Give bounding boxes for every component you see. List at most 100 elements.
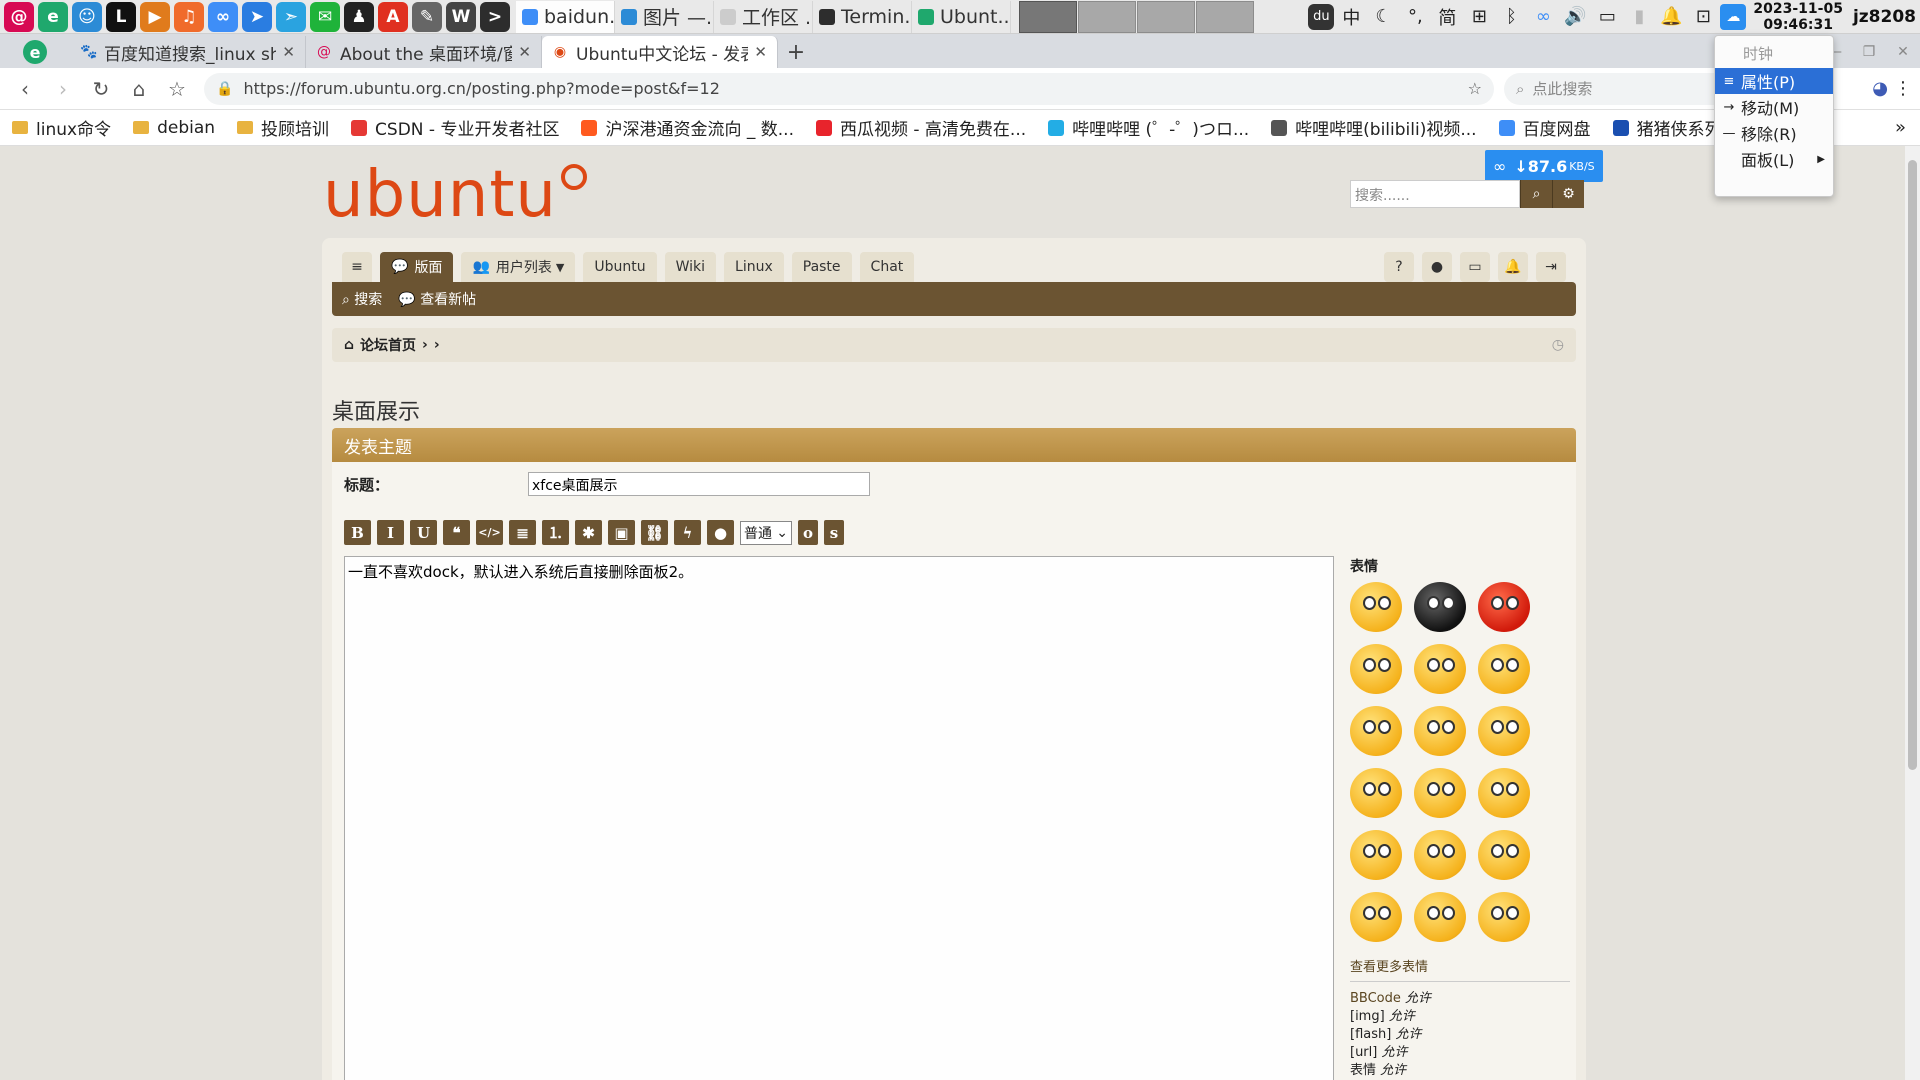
editor-icon[interactable]: L <box>106 1 136 32</box>
bookmark-item[interactable]: debian <box>133 118 215 138</box>
smiley-icon[interactable] <box>1414 706 1466 756</box>
smiley-icon[interactable] <box>1478 830 1530 880</box>
subject-input[interactable]: xfce桌面展示 <box>528 472 870 496</box>
smiley-icon[interactable] <box>1350 892 1402 942</box>
qq-icon[interactable]: ♟ <box>344 1 374 32</box>
bookmark-item[interactable]: 投顾培训 <box>237 115 329 140</box>
bookmark-star-button[interactable]: ☆ <box>158 77 196 101</box>
italic-button[interactable]: I <box>377 520 404 545</box>
scrollbar-thumb[interactable] <box>1908 160 1917 770</box>
browser-tab[interactable]: ◉ Ubuntu中文论坛 - 发表 ✕ <box>542 36 778 68</box>
restore-button[interactable]: ❐ <box>1852 44 1886 60</box>
menu-item[interactable]: → 移动(M) <box>1715 94 1833 120</box>
bookmark-item[interactable]: linux命令 <box>12 115 111 140</box>
page-scrollbar[interactable] <box>1905 146 1920 1080</box>
task-button[interactable]: Ubunt... <box>912 0 1011 33</box>
bookmark-item[interactable]: 沪深港通资金流向 _ 数... <box>581 115 794 140</box>
task-button[interactable]: Termin... <box>813 0 912 33</box>
smiley-icon[interactable] <box>1350 706 1402 756</box>
workspace-3[interactable] <box>1137 0 1195 33</box>
workspace-2[interactable] <box>1078 0 1136 33</box>
ordered-list-button[interactable]: ⒈ <box>542 520 569 545</box>
music-icon[interactable]: ♫ <box>174 1 204 32</box>
volume-icon[interactable]: 🔊 <box>1560 2 1590 32</box>
telegram-icon[interactable]: ➣ <box>276 1 306 32</box>
inbox-icon[interactable]: ▭ <box>1460 252 1490 282</box>
wordpress-icon[interactable]: W <box>446 1 476 32</box>
tab-close-icon[interactable]: ✕ <box>518 43 531 61</box>
extra-bbcode-button[interactable]: o <box>798 520 818 545</box>
list-item-button[interactable]: ✱ <box>575 520 602 545</box>
browser-tab[interactable]: @ About the 桌面环境/窗口 ✕ <box>306 36 542 68</box>
smiley-icon[interactable] <box>1350 830 1402 880</box>
smiley-icon[interactable] <box>1414 582 1466 632</box>
color-button[interactable]: ● <box>707 520 734 545</box>
workspace-4[interactable] <box>1196 0 1254 33</box>
smiley-icon[interactable] <box>1414 768 1466 818</box>
task-button[interactable]: 图片 —... <box>615 0 714 33</box>
username[interactable]: jz8208 <box>1853 7 1916 27</box>
smiley-icon[interactable] <box>1350 582 1402 632</box>
close-window-button[interactable]: ✕ <box>1886 44 1920 60</box>
workspace-1[interactable] <box>1019 0 1077 33</box>
profile-avatar-icon[interactable]: ◕ <box>1872 78 1888 99</box>
url-bar[interactable]: 🔒 https://forum.ubuntu.org.cn/posting.ph… <box>204 72 1494 105</box>
simplified-chinese-icon[interactable]: 简 <box>1432 2 1462 32</box>
message-textarea[interactable]: 一直不喜欢dock，默认进入系统后直接删除面板2。 <box>344 556 1334 1080</box>
forum-title[interactable]: 桌面展示 <box>332 394 420 426</box>
cloud-drive-icon[interactable]: ∞ <box>208 1 238 32</box>
image-button[interactable]: ▣ <box>608 520 635 545</box>
logout-icon[interactable]: ⇥ <box>1536 252 1566 282</box>
debian-menu-icon[interactable]: @ <box>4 1 34 32</box>
new-tab-button[interactable]: + <box>778 36 814 68</box>
underline-button[interactable]: U <box>410 520 437 545</box>
tab-forums[interactable]: 💬 版面 <box>380 252 454 282</box>
reload-button[interactable]: ↻ <box>82 77 120 101</box>
smiley-icon[interactable] <box>1478 892 1530 942</box>
moon-icon[interactable]: ☾ <box>1368 2 1398 32</box>
tab-linux[interactable]: Linux <box>724 252 784 282</box>
menu-kebab-icon[interactable]: ⋮ <box>1894 78 1912 99</box>
flash-button[interactable]: ϟ <box>674 520 701 545</box>
bookmarks-overflow-icon[interactable]: » <box>1895 117 1906 138</box>
quote-button[interactable]: ❝ <box>443 520 470 545</box>
baidu-cloud-icon[interactable]: ∞ <box>1528 2 1558 32</box>
help-icon[interactable]: ? <box>1384 252 1414 282</box>
smiley-icon[interactable] <box>1478 768 1530 818</box>
clipboard-icon[interactable]: ▮ <box>1624 2 1654 32</box>
more-smilies-link[interactable]: 查看更多表情 <box>1350 956 1570 982</box>
favorite-icon[interactable]: ☆ <box>1468 79 1482 98</box>
breadcrumb-home-link[interactable]: 论坛首页 <box>360 335 416 355</box>
menu-item[interactable]: — 移除(R) <box>1715 120 1833 146</box>
menu-item[interactable]: ≡ 属性(P) <box>1715 68 1833 94</box>
link-button[interactable]: ⛓ <box>641 520 668 545</box>
bookmark-item[interactable]: 百度网盘 <box>1498 115 1591 140</box>
new-posts-link[interactable]: 💬 查看新帖 <box>398 289 476 309</box>
smiley-icon[interactable] <box>1414 892 1466 942</box>
home-button[interactable]: ⌂ <box>120 77 158 101</box>
search-link[interactable]: ⌕ 搜索 <box>342 289 382 309</box>
smiley-icon[interactable] <box>1350 644 1402 694</box>
edge-workspace-icon[interactable]: e <box>0 36 70 68</box>
hamburger-menu-button[interactable]: ≡ <box>342 252 372 282</box>
notification-bell-icon[interactable]: 🔔 <box>1656 2 1686 32</box>
tab-paste[interactable]: Paste <box>791 252 852 282</box>
pdf-icon[interactable]: A <box>378 1 408 32</box>
site-search-button[interactable]: ⌕ <box>1520 180 1552 208</box>
bluetooth-icon[interactable]: ᛒ <box>1496 2 1526 32</box>
baidu-input-icon[interactable]: du <box>1308 3 1335 30</box>
bbcode-key[interactable]: BBCode <box>1350 991 1401 1006</box>
kite-icon[interactable]: ➤ <box>242 1 272 32</box>
forward-button[interactable]: › <box>44 77 82 101</box>
notes-icon[interactable]: ✎ <box>412 1 442 32</box>
file-manager-icon[interactable]: ☺ <box>72 1 102 32</box>
smiley-icon[interactable] <box>1478 644 1530 694</box>
tab-chat[interactable]: Chat <box>859 252 915 282</box>
menu-item[interactable]: 面板(L) ▶ <box>1715 146 1833 172</box>
task-button[interactable]: 工作区 ... <box>714 0 813 33</box>
site-search-input[interactable]: 搜索...... <box>1350 180 1520 208</box>
code-button[interactable]: </> <box>476 520 503 545</box>
video-player-icon[interactable]: ▶ <box>140 1 170 32</box>
smiley-icon[interactable] <box>1478 582 1530 632</box>
punctuation-icon[interactable]: °, <box>1400 2 1430 32</box>
